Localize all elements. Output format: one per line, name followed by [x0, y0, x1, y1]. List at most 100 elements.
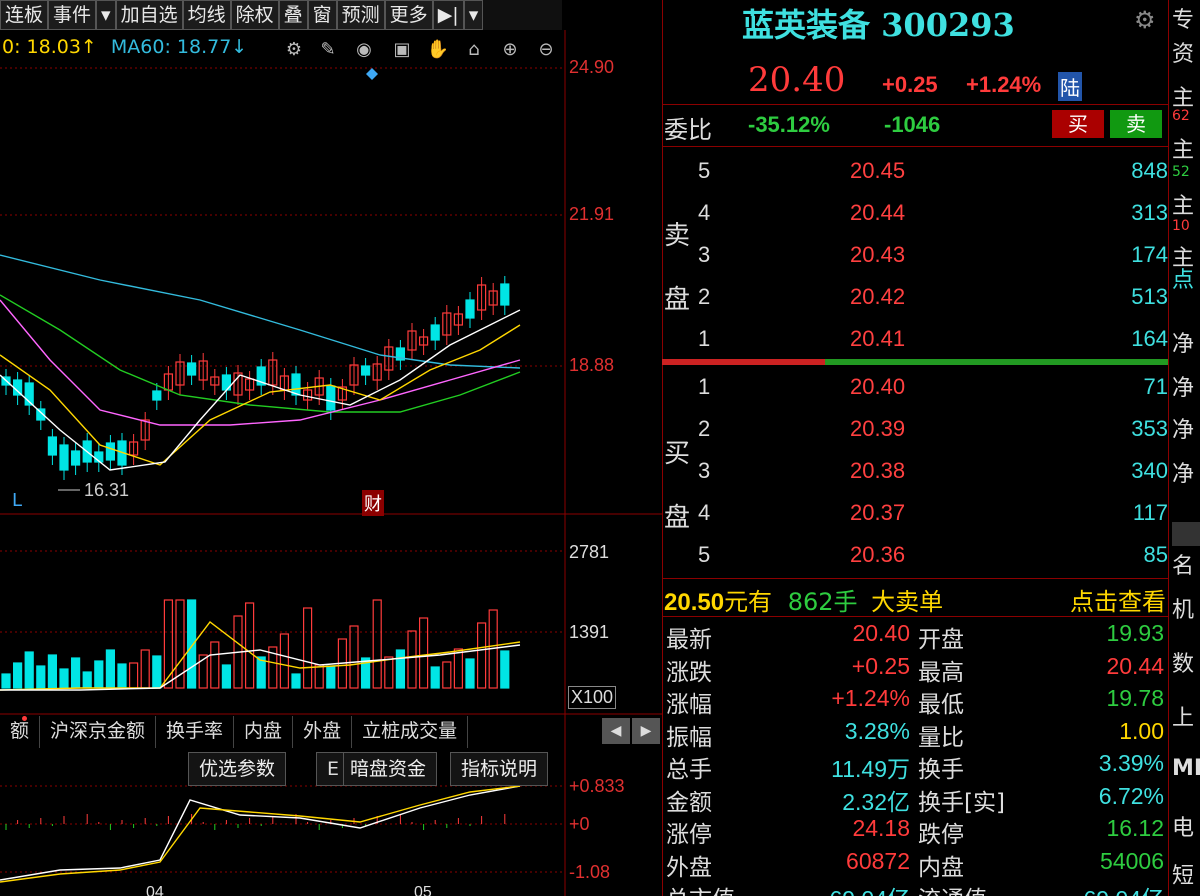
dark-pool-label: 暗盘资金 [350, 758, 427, 780]
candle-body [361, 365, 371, 376]
candle-body [291, 373, 301, 396]
volume-bar [407, 630, 417, 689]
dark-pool-button[interactable]: E 暗盘资金 [316, 752, 438, 786]
divider [662, 578, 1168, 579]
quote-value: 19.93 [1106, 620, 1164, 646]
ma30-line [0, 294, 521, 413]
quote-key: 内盘 [918, 854, 964, 881]
volume-bar [94, 660, 104, 689]
low-price-label: 16.31 [84, 480, 130, 500]
level-num: 2 [698, 416, 711, 441]
bid-level-row[interactable]: 2 20.39 353 [662, 410, 1168, 450]
optimize-params-button[interactable]: 优选参数 [188, 752, 287, 786]
big-order-alert[interactable]: 20.50元有 862手 大卖单 点击查看 [664, 582, 1168, 617]
sell-button[interactable]: 卖 [1110, 110, 1162, 138]
ask-strength-bar [662, 359, 825, 365]
tab-prev-arrow-icon[interactable]: ◀ [602, 718, 630, 744]
side-tab-4: 主 [1172, 138, 1195, 163]
bid-level-row[interactable]: 3 20.38 340 [662, 452, 1168, 492]
quote-key: 量比 [918, 724, 964, 751]
ask-level-row[interactable]: 2 20.42 513 [662, 278, 1168, 318]
oscillator [0, 785, 521, 883]
connect-tag: 陆 [1058, 72, 1082, 101]
quote-key: 流通值 [918, 880, 987, 896]
event-diamond-icon [366, 68, 378, 80]
quote-row: 最新 20.40 开盘 19.93 [666, 620, 1166, 653]
level-volume: 174 [1131, 242, 1168, 267]
level-num: 4 [698, 200, 711, 225]
quote-row: 涨停 24.18 跌停 16.12 [666, 815, 1166, 848]
level-price: 20.39 [850, 416, 906, 441]
osc-signal-line [0, 785, 521, 883]
osc-tick-bot: -1.08 [569, 862, 611, 882]
current-price: 20.40 [748, 60, 846, 100]
level-volume: 313 [1131, 200, 1168, 225]
level-price: 20.44 [850, 200, 906, 225]
quote-value: +0.25 [851, 652, 910, 679]
price-change: +0.25 [882, 72, 938, 97]
quote-key: 换手 [918, 757, 964, 783]
level-num: 1 [698, 374, 711, 399]
indicator-help-button[interactable]: 指标说明 [450, 752, 549, 786]
volume-bar [36, 665, 46, 689]
volume-bar [117, 663, 127, 689]
volume-bar [384, 656, 394, 689]
quote-key: 最高 [918, 659, 964, 686]
gear-icon[interactable]: ⚙ [1134, 6, 1156, 34]
side-val-3: 62 [1172, 108, 1190, 124]
quote-value: 1.00 [1119, 717, 1164, 744]
buy-button[interactable]: 买 [1052, 110, 1104, 138]
quote-value: 54006 [1100, 847, 1164, 874]
volume-bar [314, 664, 324, 689]
side-tab-0[interactable]: 专 [1172, 2, 1200, 34]
tab-next-arrow-icon[interactable]: ▶ [632, 718, 660, 744]
tab-dot-indicator [22, 716, 27, 721]
level-volume: 513 [1131, 284, 1168, 309]
ask-level-row[interactable]: 5 20.45 848 [662, 152, 1168, 192]
volume-bar [395, 649, 405, 689]
candle-body [59, 444, 69, 471]
bid-level-row[interactable]: 5 20.36 85 [662, 536, 1168, 576]
tab-inner[interactable]: 内盘 [234, 716, 294, 748]
candle-body [187, 362, 197, 376]
price-tick-2: 21.91 [569, 204, 615, 224]
divider [662, 104, 1168, 105]
tab-amount[interactable]: 额 [0, 716, 41, 748]
volume-bar [291, 673, 301, 689]
side-tab-1[interactable]: 资 [1172, 36, 1200, 68]
bid-level-row[interactable]: 1 20.40 71 [662, 368, 1168, 408]
bid-strength-bar [825, 359, 1168, 365]
volume-bar [70, 657, 81, 689]
volume-bar [442, 661, 452, 689]
side-tab-9[interactable]: 点 [1172, 262, 1200, 294]
tab-outer[interactable]: 外盘 [293, 716, 353, 748]
candle-body [70, 450, 81, 466]
tab-hs-amount[interactable]: 沪深京金额 [40, 716, 157, 748]
side-tab-6: 主 [1172, 194, 1195, 219]
ask-level-row[interactable]: 4 20.44 313 [662, 194, 1168, 234]
financial-report-flag[interactable]: 财 [362, 490, 384, 516]
bid-level-row[interactable]: 4 20.37 117 [662, 494, 1168, 534]
quote-key: 跌停 [918, 822, 964, 848]
quote-row: 振幅 3.28% 量比 1.00 [666, 717, 1166, 751]
volume-bar [303, 607, 313, 689]
ask-level-row[interactable]: 1 20.41 164 [662, 320, 1168, 360]
ask-level-row[interactable]: 3 20.43 174 [662, 236, 1168, 276]
quote-value: 3.28% [844, 717, 910, 744]
quote-value: 16.12 [1106, 815, 1164, 841]
big-order-text1: 元有 [724, 588, 773, 616]
volume-bar [24, 651, 34, 689]
view-details-link[interactable]: 点击查看 [1070, 582, 1166, 617]
side-tab-17: 上 [1172, 706, 1195, 731]
tab-turnover[interactable]: 换手率 [156, 716, 235, 748]
quote-row: 金额 2.32亿 换手[实] 6.72% [666, 783, 1166, 816]
tab-volume[interactable]: 立桩成交量 [352, 716, 469, 748]
big-order-type: 大卖单 [871, 588, 944, 616]
volume-bar [187, 599, 197, 689]
volume-bar [256, 656, 266, 689]
quote-value: 69.04亿 [829, 880, 910, 896]
volume-bar [465, 658, 475, 689]
ratio-diff: -1046 [884, 112, 941, 137]
candle-body [326, 385, 336, 411]
quote-key: 最新 [666, 627, 712, 653]
